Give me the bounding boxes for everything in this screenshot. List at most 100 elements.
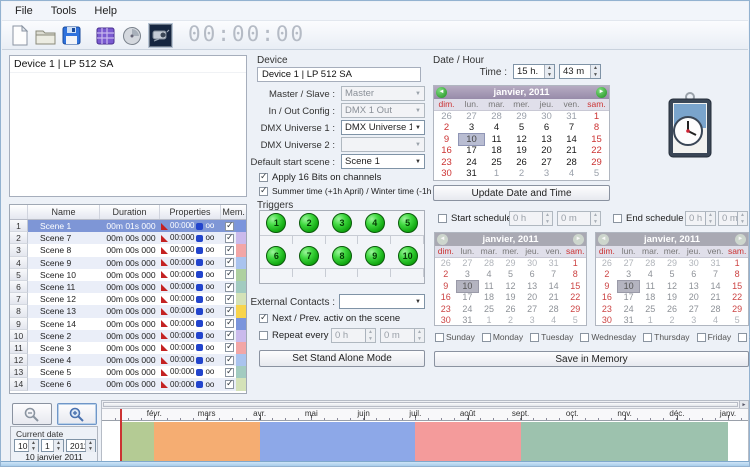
- menu-tools[interactable]: Tools: [42, 3, 86, 19]
- calendar-day[interactable]: 12: [509, 134, 534, 145]
- next-month-icon[interactable]: ►: [596, 87, 607, 98]
- trigger-button[interactable]: 8: [332, 246, 352, 266]
- menu-file[interactable]: File: [6, 3, 42, 19]
- repeat-checkbox[interactable]: [259, 331, 268, 340]
- weekday-checkbox[interactable]: [643, 333, 652, 342]
- stand-alone-icon[interactable]: [149, 24, 172, 47]
- scene-color-chip[interactable]: [236, 257, 247, 269]
- scene-row[interactable]: 14Scene 600m 00s 00000:000oo: [10, 378, 246, 390]
- scene-color-chip[interactable]: [236, 342, 247, 354]
- update-date-time-button[interactable]: Update Date and Time: [433, 185, 610, 201]
- scene-row[interactable]: 10Scene 200m 00s 00000:000oo: [10, 330, 246, 342]
- prev-month-icon[interactable]: ◄: [436, 87, 447, 98]
- calendar-day[interactable]: 22: [584, 145, 609, 156]
- scene-color-chip[interactable]: [236, 269, 247, 281]
- hour-spinner[interactable]: 15 h.▲▼: [513, 64, 555, 79]
- calendar-day[interactable]: 28: [484, 111, 509, 122]
- weekday-checkbox[interactable]: [482, 333, 491, 342]
- next-prev-checkbox[interactable]: [259, 314, 268, 323]
- scene-color-chip[interactable]: [236, 244, 247, 256]
- current-day-spinner[interactable]: 10▲▼: [14, 439, 39, 452]
- mem-checkbox[interactable]: [225, 319, 234, 328]
- calendar-day[interactable]: 19: [509, 145, 534, 156]
- device-list-item[interactable]: Device 1 | LP 512 SA: [10, 56, 246, 73]
- scene-color-chip[interactable]: [236, 232, 247, 244]
- trigger-button[interactable]: 1: [266, 213, 286, 233]
- trigger-button[interactable]: 5: [398, 213, 418, 233]
- scene-row[interactable]: 1Scene 100m 01s 00000:000oo: [10, 220, 246, 232]
- mem-checkbox[interactable]: [225, 295, 234, 304]
- save-in-memory-button[interactable]: Save in Memory: [434, 351, 749, 367]
- calendar-day[interactable]: 30: [534, 111, 559, 122]
- calendar-day[interactable]: 29: [509, 111, 534, 122]
- weekday-checkbox[interactable]: [697, 333, 706, 342]
- scene-row[interactable]: 13Scene 500m 00s 00000:000oo: [10, 366, 246, 378]
- calendar-day[interactable]: 1: [584, 111, 609, 122]
- calendar-day[interactable]: 3: [534, 168, 559, 179]
- calendar-day[interactable]: 26: [509, 157, 534, 168]
- zoom-in-button[interactable]: [57, 403, 97, 425]
- scene-row[interactable]: 9Scene 1400m 00s 00000:000oo: [10, 318, 246, 330]
- calendar-day[interactable]: 13: [534, 134, 559, 145]
- scene-color-chip[interactable]: [236, 220, 247, 232]
- mem-checkbox[interactable]: [225, 258, 234, 267]
- calendar-day[interactable]: 10: [459, 134, 484, 145]
- calendar-day[interactable]: 15: [584, 134, 609, 145]
- calendar-day[interactable]: 5: [509, 122, 534, 133]
- trigger-button[interactable]: 6: [266, 246, 286, 266]
- calendar-day[interactable]: 27: [534, 157, 559, 168]
- end-schedule-checkbox[interactable]: [613, 214, 622, 223]
- trigger-button[interactable]: 9: [365, 246, 385, 266]
- calendar-day[interactable]: 27: [459, 111, 484, 122]
- calendar-day[interactable]: 25: [484, 157, 509, 168]
- apply16-checkbox[interactable]: [259, 173, 268, 182]
- trigger-button[interactable]: 4: [365, 213, 385, 233]
- calendar-day[interactable]: 4: [484, 122, 509, 133]
- mem-checkbox[interactable]: [225, 283, 234, 292]
- minute-spinner[interactable]: 43 m▲▼: [559, 64, 601, 79]
- scene-color-chip[interactable]: [236, 354, 247, 366]
- calendar-day[interactable]: 31: [459, 168, 484, 179]
- scene-row[interactable]: 4Scene 900m 00s 00000:000oo: [10, 257, 246, 269]
- scene-color-chip[interactable]: [236, 318, 247, 330]
- save-icon[interactable]: [60, 24, 83, 47]
- mem-checkbox[interactable]: [225, 222, 234, 231]
- menu-help[interactable]: Help: [85, 3, 126, 19]
- scene-row[interactable]: 7Scene 1200m 00s 00000:000oo: [10, 293, 246, 305]
- trigger-button[interactable]: 3: [332, 213, 352, 233]
- calendar-day[interactable]: 11: [484, 134, 509, 145]
- mem-checkbox[interactable]: [225, 380, 234, 389]
- current-year-spinner[interactable]: 2011▲▼: [66, 439, 96, 452]
- set-stand-alone-button[interactable]: Set Stand Alone Mode: [259, 350, 425, 367]
- device-field-select[interactable]: DMX Universe 1▼: [341, 120, 425, 135]
- calendar-day[interactable]: 17: [459, 145, 484, 156]
- weekday-checkbox[interactable]: [530, 333, 539, 342]
- main-calendar[interactable]: ◄janvier, 2011►dim.lun.mar.mer.jeu.ven.s…: [433, 85, 610, 181]
- mem-checkbox[interactable]: [225, 368, 234, 377]
- mem-checkbox[interactable]: [225, 234, 234, 243]
- start-schedule-checkbox[interactable]: [438, 214, 447, 223]
- scene-color-chip[interactable]: [236, 281, 247, 293]
- calendar-day[interactable]: 16: [434, 145, 459, 156]
- zoom-out-button[interactable]: [12, 403, 52, 425]
- device-name-field[interactable]: Device 1 | LP 512 SA: [257, 67, 421, 82]
- calendar-day[interactable]: 24: [459, 157, 484, 168]
- timeline-scrollbar[interactable]: ►: [102, 401, 748, 409]
- calendar-day[interactable]: 30: [434, 168, 459, 179]
- calendar-day[interactable]: 18: [484, 145, 509, 156]
- calendar-day[interactable]: 14: [559, 134, 584, 145]
- calendar-day[interactable]: 20: [534, 145, 559, 156]
- mem-checkbox[interactable]: [225, 356, 234, 365]
- mem-checkbox[interactable]: [225, 246, 234, 255]
- scene-row[interactable]: 8Scene 1300m 00s 00000:000oo: [10, 305, 246, 317]
- trigger-button[interactable]: 7: [299, 246, 319, 266]
- summer-time-checkbox[interactable]: [259, 187, 268, 196]
- calendar-day[interactable]: 7: [559, 122, 584, 133]
- calendar-day[interactable]: 26: [434, 111, 459, 122]
- calendar-day[interactable]: 4: [559, 168, 584, 179]
- trigger-button[interactable]: 2: [299, 213, 319, 233]
- weekday-checkbox[interactable]: [738, 333, 747, 342]
- new-document-icon[interactable]: [8, 24, 31, 47]
- mem-checkbox[interactable]: [225, 270, 234, 279]
- calendar-day[interactable]: 21: [559, 145, 584, 156]
